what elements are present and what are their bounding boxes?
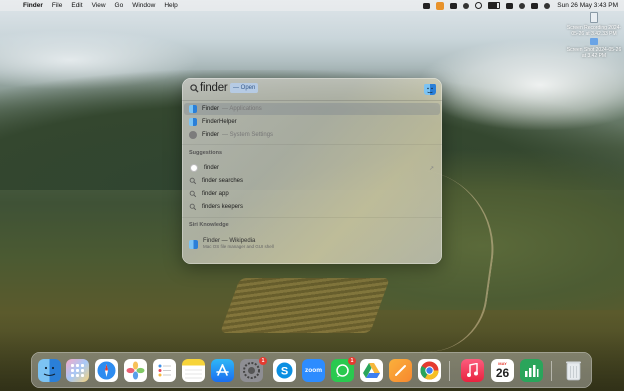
dock-launchpad-icon[interactable] bbox=[66, 359, 89, 382]
settings-badge: 1 bbox=[259, 357, 267, 365]
menu-bar: Finder File Edit View Go Window Help Sun… bbox=[0, 0, 624, 11]
dock-photos-icon[interactable] bbox=[124, 359, 147, 382]
status-area: Sun 26 May 3:43 PM bbox=[417, 0, 618, 11]
search-icon bbox=[189, 190, 197, 198]
dock-zoom-icon[interactable]: zoom bbox=[302, 359, 325, 382]
search-icon bbox=[189, 177, 197, 185]
result-finder-settings[interactable]: Finder — System Settings bbox=[184, 129, 440, 141]
cloud-icon[interactable] bbox=[450, 2, 458, 9]
menu-window[interactable]: Window bbox=[132, 2, 155, 9]
siri-knowledge-header: Siri Knowledge bbox=[189, 222, 229, 228]
menu-app-name[interactable]: Finder bbox=[23, 2, 43, 9]
siri-knowledge-result[interactable]: Finder — Wikipedia Mac OS file manager a… bbox=[184, 236, 440, 252]
wifi-icon[interactable] bbox=[506, 2, 514, 9]
dock-trash-icon[interactable] bbox=[562, 359, 585, 382]
video-file-icon bbox=[590, 12, 598, 23]
finder-icon bbox=[189, 239, 198, 249]
menu-view[interactable]: View bbox=[92, 2, 106, 9]
suggestion-item[interactable]: finder app bbox=[184, 188, 440, 200]
finder-icon bbox=[189, 105, 197, 113]
dock-notes-icon[interactable] bbox=[182, 359, 205, 382]
suggestion-item[interactable]: finder searches bbox=[184, 175, 440, 187]
desktop-file-label: Screen Recording 2024-05-26 at 3.42.33 P… bbox=[566, 25, 622, 37]
battery-icon[interactable] bbox=[488, 2, 501, 9]
dock-reminders-icon[interactable] bbox=[153, 359, 176, 382]
desktop-file-label: Screen Shot 2024-05-26 at 3.42 PM bbox=[566, 47, 622, 59]
app-status-icon[interactable] bbox=[436, 1, 445, 10]
dock-finder-icon[interactable] bbox=[38, 359, 61, 382]
image-file-icon bbox=[590, 38, 598, 45]
result-subtitle: — Applications bbox=[222, 106, 262, 112]
search-icon bbox=[189, 203, 197, 211]
arrow-icon: ↗ bbox=[428, 165, 434, 172]
search-icon bbox=[190, 84, 199, 93]
dock-skype-icon[interactable]: S bbox=[273, 359, 296, 382]
dock-app-store-icon[interactable] bbox=[211, 359, 234, 382]
result-subtitle: — System Settings bbox=[222, 132, 274, 138]
search-query[interactable]: finder bbox=[200, 82, 228, 94]
zoom-label: zoom bbox=[305, 367, 322, 374]
result-title: Finder bbox=[202, 106, 220, 112]
whatsapp-badge: 1 bbox=[348, 357, 356, 365]
menu-file[interactable]: File bbox=[52, 2, 62, 9]
sync-icon[interactable] bbox=[463, 2, 470, 9]
spotlight-search-field[interactable]: finder — Open bbox=[182, 78, 442, 100]
siri-result-subtitle: Mac OS file manager and GUI shell bbox=[203, 244, 274, 249]
calendar-day: 26 bbox=[495, 366, 510, 380]
dock-numbers-icon[interactable] bbox=[520, 359, 543, 382]
dock-music-icon[interactable] bbox=[461, 359, 484, 382]
suggestion-text: finder bbox=[204, 165, 220, 171]
finder-icon bbox=[189, 118, 197, 126]
menu-help[interactable]: Help bbox=[164, 2, 177, 9]
dock: 1 S zoom 1 MAY 26 bbox=[31, 352, 592, 388]
suggestions-header: Suggestions bbox=[189, 150, 223, 156]
spotlight-icon[interactable] bbox=[519, 2, 526, 9]
menu-edit[interactable]: Edit bbox=[71, 2, 82, 9]
dock-google-drive-icon[interactable] bbox=[360, 359, 383, 382]
suggestion-item[interactable]: finders keepers bbox=[184, 201, 440, 213]
result-title: FinderHelper bbox=[202, 119, 237, 125]
dock-chrome-icon[interactable] bbox=[418, 359, 441, 382]
suggestion-text: finder app bbox=[202, 191, 229, 197]
result-finderhelper[interactable]: FinderHelper bbox=[184, 116, 440, 128]
dock-safari-icon[interactable] bbox=[95, 359, 118, 382]
record-icon[interactable] bbox=[423, 2, 431, 9]
suggestion-text: finders keepers bbox=[202, 204, 244, 210]
google-icon bbox=[190, 164, 198, 172]
dock-pages-icon[interactable] bbox=[389, 359, 412, 382]
result-title: Finder bbox=[202, 132, 220, 138]
gear-icon bbox=[189, 131, 197, 139]
skype-letter: S bbox=[281, 366, 288, 378]
control-center-icon[interactable] bbox=[531, 2, 539, 9]
suggestion-text: finder searches bbox=[202, 178, 244, 184]
play-icon[interactable] bbox=[475, 2, 483, 9]
siri-icon[interactable] bbox=[544, 2, 551, 9]
completion-hint: — Open bbox=[230, 83, 259, 93]
dock-calendar-icon[interactable]: MAY 26 bbox=[491, 359, 514, 382]
desktop-file[interactable]: Screen Shot 2024-05-26 at 3.42 PM bbox=[565, 38, 623, 59]
spotlight-panel: finder — Open Finder — Applications Find… bbox=[182, 78, 442, 264]
menu-clock[interactable]: Sun 26 May 3:43 PM bbox=[557, 2, 618, 9]
finder-icon bbox=[424, 83, 436, 95]
suggestion-item[interactable]: finder ↗ bbox=[184, 162, 440, 174]
menu-go[interactable]: Go bbox=[115, 2, 124, 9]
desktop-file[interactable]: Screen Recording 2024-05-26 at 3.42.33 P… bbox=[565, 12, 623, 37]
result-finder-app[interactable]: Finder — Applications bbox=[184, 103, 440, 115]
